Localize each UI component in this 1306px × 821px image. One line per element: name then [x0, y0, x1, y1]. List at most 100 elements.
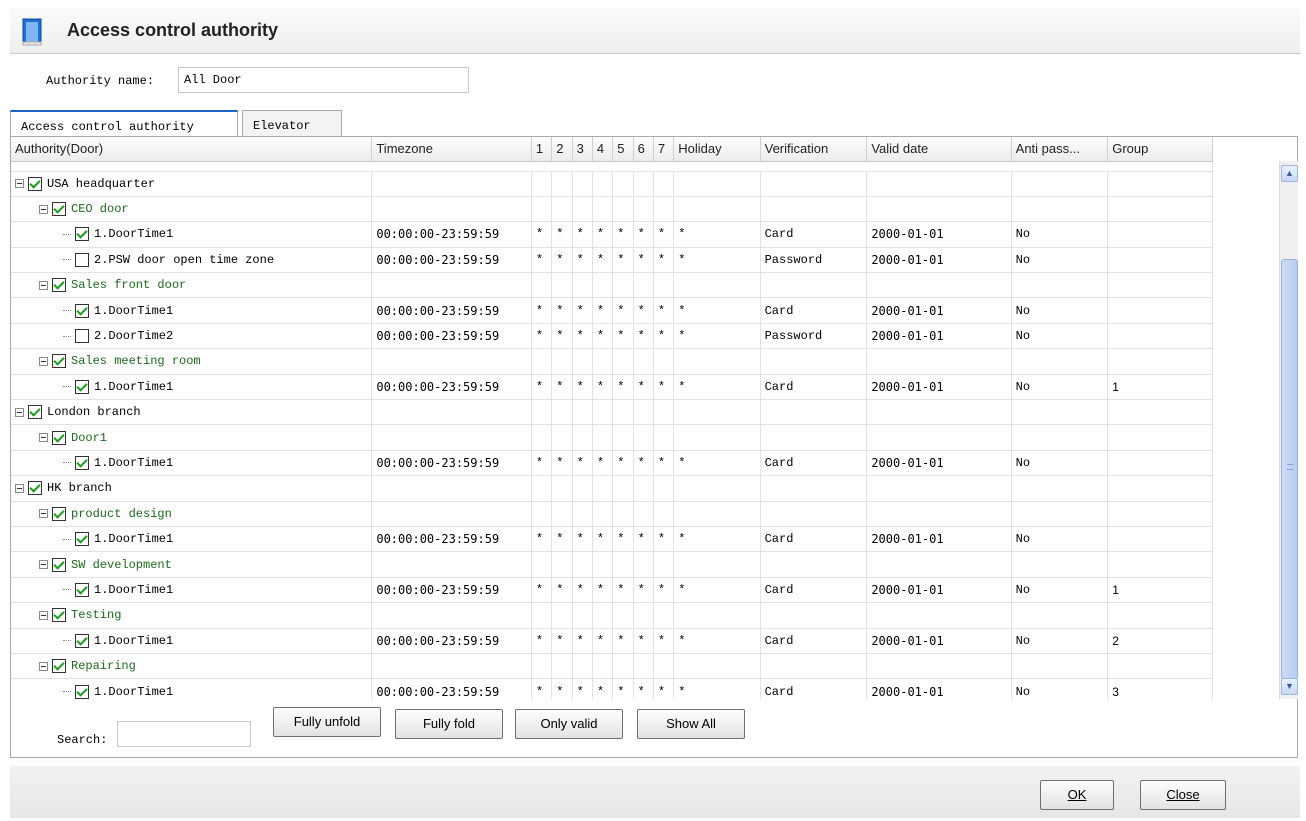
day-5-cell: * [612, 297, 634, 324]
row-checkbox[interactable] [52, 557, 66, 572]
row-checkbox[interactable] [52, 608, 66, 623]
authority-table: Authority(Door) Timezone 1 2 3 4 5 6 7 H… [11, 137, 1213, 699]
table-row[interactable]: Testing [11, 602, 1213, 629]
day-4-cell: * [592, 678, 614, 699]
table-row[interactable]: 1.DoorTime1 00:00:00-23:59:59 * * * * * * * * Card… [11, 297, 1213, 324]
collapse-icon[interactable] [15, 179, 24, 189]
row-checkbox[interactable] [28, 405, 42, 420]
search-input[interactable] [117, 721, 251, 747]
fully-fold-button[interactable]: Fully fold [395, 709, 503, 739]
row-checkbox[interactable] [75, 252, 89, 267]
tree-node-label: HK branch [47, 481, 112, 496]
row-checkbox[interactable] [75, 227, 89, 242]
tree-node: Repairing [15, 654, 367, 678]
collapse-icon[interactable] [39, 280, 48, 290]
tab-access-control-authority[interactable]: Access control authority [10, 110, 238, 136]
tree-node: 1.DoorTime1 [15, 679, 367, 699]
col-authority[interactable]: Authority(Door) [11, 137, 373, 162]
col-day-4[interactable]: 4 [592, 137, 614, 162]
row-checkbox[interactable] [75, 582, 89, 597]
table-row[interactable]: USA headquarter [11, 171, 1213, 197]
collapse-icon[interactable] [39, 356, 48, 366]
table-row[interactable]: 1.DoorTime1 00:00:00-23:59:59 * * * * * * * * Card… [11, 374, 1213, 401]
row-checkbox[interactable] [52, 430, 66, 445]
only-valid-button[interactable]: Only valid [515, 709, 623, 739]
row-checkbox[interactable] [52, 354, 66, 369]
row-checkbox[interactable] [75, 532, 89, 547]
row-checkbox[interactable] [52, 506, 66, 521]
scroll-down-icon[interactable]: ▼ [1281, 678, 1298, 695]
row-checkbox[interactable] [52, 659, 66, 674]
tree-node: 1.DoorTime1 [15, 629, 367, 653]
row-checkbox[interactable] [75, 684, 89, 699]
row-checkbox[interactable] [75, 379, 89, 394]
col-day-6[interactable]: 6 [633, 137, 654, 162]
day-3-cell [572, 551, 593, 578]
collapse-icon[interactable] [39, 560, 48, 570]
row-checkbox[interactable] [52, 202, 66, 217]
close-button[interactable]: Close [1140, 780, 1226, 810]
table-row[interactable]: 1.DoorTime1 00:00:00-23:59:59 * * * * * * * * Card… [11, 628, 1213, 654]
table-row[interactable]: 1.DoorTime1 00:00:00-23:59:59 * * * * * * * * Card… [11, 450, 1213, 477]
tree-node-label: Repairing [71, 659, 136, 674]
collapse-icon[interactable] [39, 204, 48, 214]
timezone-cell: 00:00:00-23:59:59 [371, 577, 532, 604]
row-checkbox[interactable] [75, 303, 89, 318]
show-all-button[interactable]: Show All [637, 709, 745, 739]
tree-line-icon [63, 640, 71, 642]
table-row[interactable]: CEO door [11, 196, 1213, 223]
fully-unfold-button[interactable]: Fully unfold [273, 707, 381, 737]
col-timezone[interactable]: Timezone [371, 137, 532, 162]
tab-bar: Access control authority Elevator [10, 110, 350, 136]
tab-elevator[interactable]: Elevator [242, 110, 342, 136]
col-day-7[interactable]: 7 [653, 137, 675, 162]
table-row[interactable]: 1.DoorTime1 00:00:00-23:59:59 * * * * * * * * Card… [11, 577, 1213, 604]
collapse-icon[interactable] [39, 610, 48, 620]
table-row[interactable]: London branch [11, 399, 1213, 426]
collapse-icon[interactable] [15, 407, 24, 417]
row-checkbox[interactable] [28, 481, 42, 496]
table-row[interactable]: 2.DoorTime2 00:00:00-23:59:59 * * * * * * * * Pass… [11, 323, 1213, 350]
anti-pass-cell [1011, 551, 1109, 578]
collapse-icon[interactable] [39, 433, 48, 443]
row-checkbox[interactable] [75, 455, 89, 470]
table-row[interactable]: HK branch [11, 475, 1213, 502]
col-anti-pass[interactable]: Anti pass... [1011, 137, 1109, 162]
table-row[interactable]: 1.DoorTime1 00:00:00-23:59:59 * * * * * * * * Card… [11, 678, 1213, 699]
col-day-5[interactable]: 5 [612, 137, 634, 162]
anti-pass-cell: No [1011, 678, 1109, 699]
table-row[interactable]: Sales front door [11, 272, 1213, 299]
col-day-1[interactable]: 1 [531, 137, 553, 162]
collapse-icon[interactable] [39, 509, 48, 519]
table-row[interactable]: Door1 [11, 424, 1213, 451]
table-row[interactable]: Sales meeting room [11, 348, 1213, 375]
row-checkbox[interactable] [52, 278, 66, 293]
day-4-cell [592, 272, 614, 299]
collapse-icon[interactable] [15, 483, 24, 493]
day-6-cell: * [633, 678, 654, 699]
col-day-3[interactable]: 3 [572, 137, 593, 162]
holiday-cell [673, 602, 761, 629]
scroll-thumb[interactable] [1281, 259, 1298, 679]
table-row[interactable]: 2.PSW door open time zone 00:00:00-23:59:… [11, 247, 1213, 274]
col-group[interactable]: Group [1107, 137, 1213, 162]
row-checkbox[interactable] [75, 329, 89, 344]
table-row[interactable]: product design [11, 501, 1213, 527]
table-row[interactable]: 1.DoorTime1 00:00:00-23:59:59 * * * * * * * * Card… [11, 526, 1213, 553]
authority-name-input[interactable]: All Door [178, 67, 469, 93]
table-row[interactable]: SW development [11, 551, 1213, 578]
col-day-2[interactable]: 2 [551, 137, 573, 162]
day-5-cell [612, 653, 634, 680]
day-2-cell: * [551, 323, 573, 350]
vertical-scrollbar[interactable]: ▲ ▼ [1279, 161, 1298, 699]
col-verification[interactable]: Verification [760, 137, 868, 162]
ok-button[interactable]: OK [1040, 780, 1114, 810]
row-checkbox[interactable] [75, 633, 89, 648]
table-row[interactable]: 1.DoorTime1 00:00:00-23:59:59 * * * * * * * * Card… [11, 221, 1213, 248]
table-row[interactable]: Repairing [11, 653, 1213, 680]
col-valid-date[interactable]: Valid date [866, 137, 1012, 162]
col-holiday[interactable]: Holiday [673, 137, 761, 162]
collapse-icon[interactable] [39, 661, 48, 671]
scroll-up-icon[interactable]: ▲ [1281, 165, 1298, 182]
row-checkbox[interactable] [28, 176, 42, 191]
